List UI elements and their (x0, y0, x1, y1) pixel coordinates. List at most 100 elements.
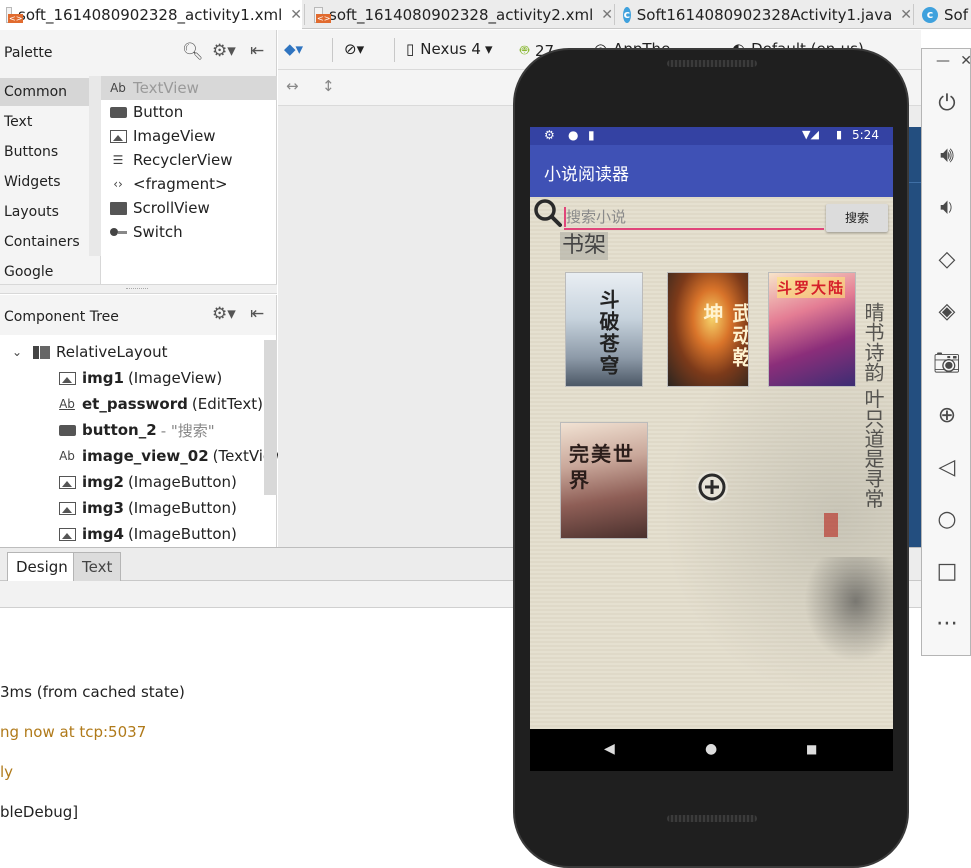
imagebutton-icon (58, 475, 76, 489)
imagebutton-icon (58, 501, 76, 515)
tab-text[interactable]: Text (73, 552, 122, 581)
battery-icon: ▮ (836, 128, 843, 141)
palette-item-fragment[interactable]: ‹› <fragment> (101, 172, 277, 196)
button-icon (58, 423, 76, 437)
ink-flower-painting (800, 557, 893, 667)
tree-item-type: (ImageButton) (127, 499, 237, 517)
tab-overflow-java[interactable]: c Sof (916, 0, 971, 29)
palette-category-layouts[interactable]: Layouts (0, 198, 101, 226)
power-icon[interactable]: ⏻ (922, 91, 971, 116)
tree-item[interactable]: img2 (ImageButton) (58, 469, 237, 495)
close-icon[interactable]: ✕ (900, 7, 912, 23)
book-cover-button[interactable]: 斗破苍穹 (565, 272, 643, 387)
hide-panel-icon[interactable]: ⇤ (250, 304, 264, 324)
search-button[interactable]: 搜索 (826, 204, 888, 232)
orientation-icon[interactable]: ⊘▾ (344, 40, 364, 58)
palette-item-switch[interactable]: Switch (101, 220, 277, 244)
search-icon[interactable] (532, 198, 562, 228)
button-icon (109, 105, 127, 119)
book-title: 完美世界 (569, 442, 635, 492)
tab-activity2-xml[interactable]: soft_1614080902328_activity2.xml ✕ (308, 0, 613, 29)
book-cover-button[interactable]: 完美世界 (560, 422, 648, 539)
volume-up-icon[interactable]: 🔊︎ (922, 143, 971, 168)
palette-item-textview[interactable]: Ab TextView (101, 76, 277, 100)
palette-category-containers[interactable]: Containers (0, 228, 101, 256)
tab-activity1-xml[interactable]: soft_1614080902328_activity1.xml ✕ (0, 0, 302, 29)
tree-item[interactable]: Ab et_password (EditText) (58, 391, 263, 417)
home-icon[interactable]: ○ (922, 507, 971, 532)
nav-home-icon[interactable]: ● (705, 741, 717, 757)
app-title: 小说阅读器 (544, 165, 629, 185)
camera-icon[interactable]: 📷︎ (922, 351, 971, 376)
search-input[interactable]: 搜索小说 (564, 206, 824, 230)
palette-category-text[interactable]: Text (0, 108, 101, 136)
hide-panel-icon[interactable]: ⇤ (250, 41, 264, 61)
layers-icon[interactable]: ◆▾ (284, 40, 303, 58)
volume-down-icon[interactable]: 🔉︎ (922, 195, 971, 220)
tree-item-name: img4 (82, 525, 124, 543)
book-cover-button[interactable]: 武动乾坤 (667, 272, 749, 387)
tree-item-type: (ImageButton) (127, 525, 237, 543)
palette-categories-scrollbar[interactable] (89, 76, 101, 256)
tab-activity1-java[interactable]: c Soft1614080902328Activity1.java ✕ (617, 0, 912, 29)
palette-item-button[interactable]: Button (101, 100, 277, 124)
overview-icon[interactable]: □ (922, 559, 971, 584)
more-icon[interactable]: ⋯ (922, 611, 971, 636)
tree-item[interactable]: img4 (ImageButton) (58, 521, 237, 547)
palette-item-label: Button (133, 103, 184, 121)
palette-item-label: Switch (133, 223, 183, 241)
imageview-icon (109, 129, 127, 143)
tree-item[interactable]: img1 (ImageView) (58, 365, 222, 391)
tree-item-hint: - "搜索" (160, 421, 215, 440)
console-line: 3ms (from cached state) (0, 683, 185, 701)
component-tree-scrollbar[interactable] (264, 340, 277, 495)
vertical-resize-icon[interactable]: ↕ (322, 77, 335, 95)
sdcard-icon: ▮ (588, 128, 595, 142)
tree-item[interactable]: img3 (ImageButton) (58, 495, 237, 521)
imageview-icon (58, 371, 76, 385)
palette-category-common[interactable]: Common (0, 78, 101, 106)
status-bar: ⚙ ● ▮ ▼◢ ▮ 5:24 (530, 127, 893, 145)
nav-back-icon[interactable]: ◀ (604, 741, 615, 757)
palette-item-scrollview[interactable]: ScrollView (101, 196, 277, 220)
palette-item-recyclerview[interactable]: ☰ RecyclerView (101, 148, 277, 172)
palette-category-google[interactable]: Google (0, 258, 101, 286)
chevron-down-icon[interactable]: ⌄ (8, 345, 26, 359)
textview-icon: Ab (59, 449, 75, 463)
palette-category-widgets[interactable]: Widgets (0, 168, 101, 196)
palette-item-label: ScrollView (133, 199, 210, 217)
horizontal-resize-icon[interactable]: ↔ (286, 77, 299, 95)
palette-category-buttons[interactable]: Buttons (0, 138, 101, 166)
zoom-icon[interactable]: ⊕ (922, 403, 971, 428)
palette-item-imageview[interactable]: ImageView (101, 124, 277, 148)
search-icon[interactable]: 🔍︎ (182, 42, 204, 62)
device-name: Nexus 4 (420, 40, 481, 58)
app-content: 搜索小说 搜索 书架 斗破苍穹 武动乾坤 斗罗大陆 完美世界 晴书诗韵 叶只道是… (530, 197, 893, 729)
tree-item[interactable]: button_2 - "搜索" (58, 417, 215, 443)
rotate-left-icon[interactable]: ◇ (922, 247, 971, 272)
rotate-right-icon[interactable]: ◈ (922, 299, 971, 324)
textview-icon: Ab (110, 81, 126, 95)
nav-recents-icon[interactable]: ■ (806, 742, 817, 756)
palette-item-label: ImageView (133, 127, 216, 145)
back-icon[interactable]: ◁ (922, 455, 971, 480)
speaker-grille (667, 815, 757, 822)
editor-tab-bar: soft_1614080902328_activity1.xml ✕ soft_… (0, 0, 971, 29)
tree-item-name: button_2 (82, 421, 157, 439)
close-icon[interactable]: ✕ (290, 7, 302, 23)
console-line: bleDebug] (0, 803, 79, 821)
tree-item[interactable]: Ab image_view_02 (TextView) (58, 443, 290, 469)
add-book-button[interactable] (696, 471, 728, 503)
tab-label: Soft1614080902328Activity1.java (636, 5, 893, 24)
close-icon[interactable]: ✕ (601, 7, 613, 23)
scrollview-icon (109, 201, 127, 215)
close-icon[interactable]: ✕ (922, 53, 971, 69)
gear-icon[interactable]: ⚙▾ (212, 41, 236, 61)
tree-root-relativelayout[interactable]: ⌄ RelativeLayout (8, 339, 168, 365)
recyclerview-icon: ☰ (112, 153, 124, 167)
tab-label: soft_1614080902328_activity2.xml (329, 5, 594, 24)
splitter-grip (126, 288, 148, 290)
device-selector[interactable]: ▯ Nexus 4 ▾ (406, 40, 493, 58)
gear-icon[interactable]: ⚙▾ (212, 304, 236, 324)
tab-design[interactable]: Design (7, 552, 77, 581)
